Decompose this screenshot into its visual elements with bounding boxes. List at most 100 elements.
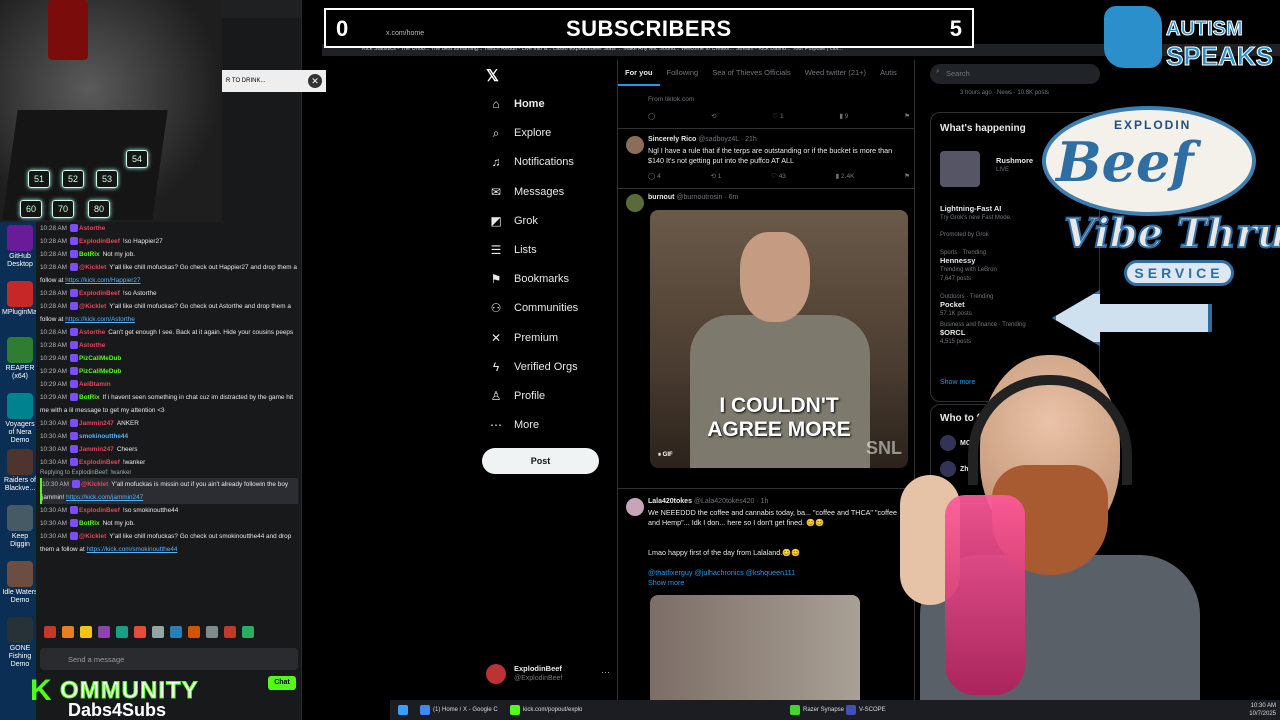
avatar[interactable] — [626, 136, 644, 154]
chat-send-button[interactable]: Chat — [268, 676, 296, 690]
emote-icon[interactable] — [44, 626, 56, 638]
message-username[interactable]: PizCaliMeDub — [79, 355, 121, 362]
tweet-author[interactable]: burnout — [648, 194, 674, 201]
nav-grok[interactable]: ◩ Grok — [488, 211, 538, 231]
emote-icon[interactable] — [224, 626, 236, 638]
post-button[interactable]: Post — [482, 448, 599, 474]
tweet-source[interactable]: From tiktok.com — [648, 96, 694, 103]
message-username[interactable]: Astorthe — [79, 329, 105, 336]
desktop-shortcut[interactable]: REAPER (x64) — [2, 337, 38, 381]
nav-messages[interactable]: ✉ Messages — [488, 182, 564, 202]
bookmark-icon[interactable]: ⚑ — [904, 112, 910, 120]
desktop-shortcut[interactable]: Raiders of Blackve... — [2, 449, 38, 493]
timeline-tab[interactable]: Following — [660, 60, 706, 86]
nav-profile[interactable]: ♙ Profile — [488, 386, 546, 406]
x-logo-icon[interactable]: 𝕏 — [486, 66, 499, 86]
repost-icon[interactable]: ⟲ — [711, 112, 716, 120]
chat-message[interactable]: 10:30 AM Jammin247 Cheers — [40, 443, 298, 456]
emote-icon[interactable] — [98, 626, 110, 638]
message-username[interactable]: ExplodinBeef — [79, 507, 120, 514]
emote-icon[interactable] — [152, 626, 164, 638]
message-link[interactable]: https://kick.com/smokinoutthe44 — [87, 546, 178, 553]
desktop-shortcut[interactable]: MPluginMa... — [2, 281, 43, 317]
message-link[interactable]: https://kick.com/Happier27 — [65, 277, 140, 284]
message-username[interactable]: Astorthe — [79, 225, 105, 232]
chat-message[interactable]: 10:30 AM @Kicklet Y'all mofuckas is missin… — [40, 478, 298, 504]
emote-icon[interactable] — [62, 626, 74, 638]
start-icon[interactable] — [398, 703, 411, 717]
emote-icon[interactable] — [206, 626, 218, 638]
desktop-shortcut[interactable]: GitHub Desktop — [2, 225, 38, 269]
message-username[interactable]: Astorthe — [79, 342, 105, 349]
chat-message[interactable]: 10:28 AM ExplodinBeef !so Astorthe — [40, 287, 298, 300]
message-username[interactable]: @Kicklet — [79, 303, 106, 310]
chat-input[interactable]: Send a message — [40, 648, 298, 670]
tweet-image[interactable] — [650, 595, 860, 715]
chat-message[interactable]: 10:29 AM PizCaliMeDub — [40, 365, 298, 378]
chat-message[interactable]: 10:28 AM @Kicklet Y'all like chill mofucka… — [40, 300, 298, 326]
trend-thumbnail[interactable] — [940, 151, 980, 187]
message-username[interactable]: @Kicklet — [79, 533, 106, 540]
chat-message[interactable]: 10:28 AM Astorthe Can't get enough I see. … — [40, 326, 298, 339]
tweet-mentions[interactable]: @thatfixerguy @julhachronics @kshqueen11… — [648, 568, 908, 578]
timeline-tab[interactable]: Weed twitter (21+) — [798, 60, 873, 86]
desktop-shortcut[interactable]: Voyagers of Nera Demo — [2, 393, 38, 445]
address-bar[interactable]: x.com/home — [386, 30, 424, 37]
close-icon[interactable]: ✕ — [308, 74, 322, 88]
timeline-tab[interactable]: Autis — [873, 60, 904, 86]
chat-message[interactable]: 10:28 AM @Kicklet Y'all like chill mofucka… — [40, 261, 298, 287]
timeline-tab[interactable]: Sea of Thieves Officials — [705, 60, 798, 86]
nav-bookmarks[interactable]: ⚑ Bookmarks — [488, 269, 569, 289]
like-icon[interactable]: ♡ 1 — [772, 112, 783, 120]
chat-message[interactable]: 10:29 AM AeiBtamin — [40, 378, 298, 391]
chat-message[interactable]: 10:30 AM ExplodinBeef !wanker — [40, 456, 298, 469]
nav-communities[interactable]: ⚇ Communities — [488, 298, 579, 318]
desktop-shortcut[interactable]: Idle Waters Demo — [2, 561, 38, 605]
nav-lists[interactable]: ☰ Lists — [488, 240, 537, 260]
nav-more[interactable]: ⋯ More — [488, 415, 539, 435]
avatar[interactable] — [626, 194, 644, 212]
message-link[interactable]: https://kick.com/jammin247 — [66, 494, 143, 501]
tweet-author[interactable]: Lala420tokes — [648, 498, 692, 505]
chat-message[interactable]: 10:30 AM BotRix Not my job. — [40, 517, 298, 530]
message-username[interactable]: BotRix — [79, 251, 100, 258]
taskbar-app[interactable]: kick.com/popout/explo — [510, 703, 582, 717]
repost-icon[interactable]: ⟲ 1 — [710, 172, 721, 180]
nav-explore[interactable]: ⌕ Explore — [488, 123, 552, 143]
emote-icon[interactable] — [170, 626, 182, 638]
like-icon[interactable]: ♡ 43 — [771, 172, 786, 180]
chat-message-list[interactable]: 10:28 AM Astorthe 10:28 AM ExplodinBeef !so … — [36, 222, 302, 620]
nav-notifications[interactable]: ♫ Notifications — [488, 152, 574, 172]
views-icon[interactable]: ▮ 9 — [839, 112, 848, 120]
emote-icon[interactable] — [242, 626, 254, 638]
avatar[interactable] — [626, 498, 644, 516]
views-icon[interactable]: ▮ 2.4K — [836, 172, 855, 180]
emote-icon[interactable] — [80, 626, 92, 638]
message-username[interactable]: ExplodinBeef — [79, 238, 120, 245]
taskbar-app[interactable]: (1) Home / X - Google C — [420, 703, 498, 717]
chat-message[interactable]: 10:28 AM Astorthe — [40, 339, 298, 352]
timeline-tab[interactable]: For you — [618, 60, 660, 86]
taskbar-app[interactable]: V-SCOPE — [846, 703, 886, 717]
more-icon[interactable]: ⋯ — [601, 667, 610, 678]
desktop-shortcut[interactable]: GONE Fishing Demo — [2, 617, 38, 669]
timeline[interactable]: For you Following Sea of Thieves Officials… — [617, 60, 915, 720]
message-username[interactable]: ExplodinBeef — [79, 290, 120, 297]
reply-icon[interactable]: ◯ 4 — [648, 172, 661, 180]
account-switcher[interactable]: ExplodinBeef @ExplodinBeef ⋯ — [486, 660, 610, 690]
nav-premium[interactable]: ✕ Premium — [488, 328, 558, 348]
tweet-gif[interactable]: I COULDN'T AGREE MORE ⏸ GIF SNL — [650, 210, 908, 468]
search-input[interactable]: ⌕ Search — [930, 64, 1100, 84]
chat-message[interactable]: 10:29 AM PizCaliMeDub — [40, 352, 298, 365]
chat-message[interactable]: 10:28 AM BotRix Not my job. — [40, 248, 298, 261]
emote-icon[interactable] — [116, 626, 128, 638]
chat-message[interactable]: 10:28 AM Astorthe — [40, 222, 298, 235]
desktop-shortcut[interactable]: Keep Diggin — [2, 505, 38, 549]
message-username[interactable]: @Kicklet — [79, 264, 106, 271]
chat-message[interactable]: 10:30 AM ExplodinBeef !so smokinoutthe44 — [40, 504, 298, 517]
bookmark-icon[interactable]: ⚑ — [904, 172, 910, 180]
message-username[interactable]: Jammin247 — [79, 420, 114, 427]
chat-message[interactable]: 10:29 AM BotRix If i havent seen something… — [40, 391, 298, 417]
chat-message[interactable]: 10:30 AM @Kicklet Y'all like chill mofucka… — [40, 530, 298, 556]
chat-message[interactable]: 10:30 AM Jammin247 ANKER — [40, 417, 298, 430]
